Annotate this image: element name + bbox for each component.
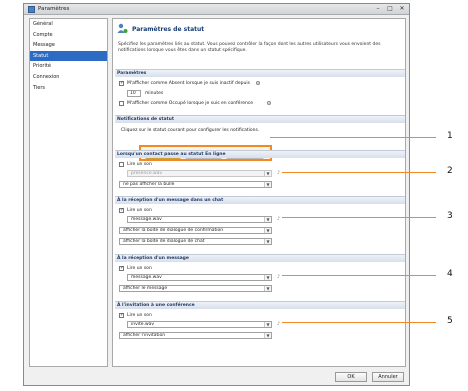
away-minutes-input[interactable]: 10 <box>127 90 141 97</box>
callout-line-1 <box>270 137 436 138</box>
bubble-select-value: ne pas afficher la bulle <box>123 182 175 187</box>
sound-select-value: message.wav <box>131 217 162 222</box>
sound-checkbox-conference[interactable] <box>119 312 124 318</box>
show-invitation-value: afficher l'invitation <box>123 333 166 338</box>
ok-button[interactable]: OK <box>335 372 367 382</box>
sound-checkbox-chat[interactable] <box>119 207 124 213</box>
chat-dialog-select[interactable]: afficher la boîte de dialogue de chat ▼ <box>119 238 272 245</box>
chevron-down-icon: ▼ <box>264 286 271 291</box>
away-label: M'afficher comme Absent lorsque je suis … <box>127 81 250 86</box>
sound-select-chat[interactable]: message.wav ▼ <box>127 216 272 223</box>
app-icon <box>28 6 35 13</box>
section-header-contact-online: Lorsqu'un contact passe au statut En lig… <box>115 150 405 158</box>
sound-label: Lire un son <box>127 162 152 167</box>
sound-select-value: message.wav <box>131 275 162 280</box>
sound-select-online[interactable]: presence.wav ▼ <box>127 170 272 177</box>
away-checkbox[interactable] <box>119 80 124 86</box>
title-bar: Paramètres – □ ✕ <box>24 4 409 15</box>
play-sound-icon[interactable]: ♪ <box>275 274 282 281</box>
info-icon: i <box>256 81 260 85</box>
sound-select-value: presence.wav <box>131 171 163 176</box>
sound-select-conference[interactable]: invite.wav ▼ <box>127 321 272 328</box>
close-button[interactable]: ✕ <box>397 5 407 13</box>
show-invitation-select[interactable]: afficher l'invitation ▼ <box>119 332 272 339</box>
callout-number-1: 1 <box>447 131 453 141</box>
cancel-button[interactable]: Annuler <box>372 372 404 382</box>
callout-line-4 <box>282 275 436 276</box>
sidebar-item-connection[interactable]: Connexion <box>30 72 107 83</box>
minimize-button[interactable]: – <box>373 5 383 13</box>
sound-checkbox-message[interactable] <box>119 265 124 271</box>
chevron-down-icon: ▼ <box>264 275 271 280</box>
section-header-parameters: Paramètres <box>115 69 405 77</box>
info-icon: i <box>267 101 271 105</box>
chevron-down-icon: ▼ <box>264 322 271 327</box>
chevron-down-icon: ▼ <box>264 217 271 222</box>
status-settings-panel: Paramètres de statut Spécifiez les param… <box>112 18 406 367</box>
panel-description: Spécifiez les paramètres liés au statut.… <box>118 42 381 53</box>
sidebar-item-status[interactable]: Statut <box>30 50 107 62</box>
sidebar-item-third-party[interactable]: Tiers <box>30 83 107 94</box>
chevron-down-icon: ▼ <box>264 239 271 244</box>
bubble-select-online[interactable]: ne pas afficher la bulle ▼ <box>119 181 272 188</box>
busy-label: M'afficher comme Occupé lorsque je suis … <box>127 101 254 106</box>
show-message-select[interactable]: afficher le message ▼ <box>119 285 272 292</box>
chevron-down-icon: ▼ <box>264 171 271 176</box>
minutes-label: minutes <box>145 91 164 96</box>
chevron-down-icon: ▼ <box>264 228 271 233</box>
callout-line-3 <box>282 217 436 218</box>
sidebar-item-general[interactable]: Général <box>30 19 107 30</box>
callout-number-2: 2 <box>447 166 453 176</box>
section-header-conference: À l'invitation à une conférence <box>115 301 405 309</box>
play-sound-icon[interactable]: ♪ <box>275 216 282 223</box>
chevron-down-icon: ▼ <box>264 182 271 187</box>
panel-title: Paramètres de statut <box>132 26 205 33</box>
section-header-chat-message: À la réception d'un message dans un chat <box>115 196 405 204</box>
notif-hint: Cliquez sur le statut courant pour confi… <box>121 128 260 133</box>
sound-label: Lire un son <box>127 208 152 213</box>
settings-window: Paramètres – □ ✕ Général Compte Message … <box>23 3 410 386</box>
callout-number-3: 3 <box>447 211 453 221</box>
user-status-icon <box>117 23 128 33</box>
callout-number-4: 4 <box>447 269 453 279</box>
section-header-notifications: Notifications de statut <box>115 115 405 123</box>
sound-label: Lire un son <box>127 266 152 271</box>
sidebar-item-message[interactable]: Message <box>30 40 107 51</box>
section-header-message: À la réception d'un message <box>115 254 405 262</box>
busy-checkbox[interactable] <box>119 101 124 106</box>
sound-select-message[interactable]: message.wav ▼ <box>127 274 272 281</box>
sidebar-item-priority[interactable]: Priorité <box>30 61 107 72</box>
sidebar: Général Compte Message Statut Priorité C… <box>29 18 108 367</box>
confirm-dialog-select[interactable]: afficher la boîte de dialogue de confirm… <box>119 227 272 234</box>
callout-number-5: 5 <box>447 316 453 326</box>
sound-select-value: invite.wav <box>131 322 155 327</box>
show-message-value: afficher le message <box>123 286 168 291</box>
window-title: Paramètres <box>38 6 70 12</box>
chevron-down-icon: ▼ <box>264 333 271 338</box>
sound-checkbox-online[interactable] <box>119 162 124 167</box>
callout-line-2 <box>282 172 436 173</box>
maximize-button[interactable]: □ <box>385 5 395 13</box>
chat-dialog-value: afficher la boîte de dialogue de chat <box>123 239 205 244</box>
play-sound-icon[interactable]: ♪ <box>275 321 282 328</box>
confirm-dialog-value: afficher la boîte de dialogue de confirm… <box>123 228 224 233</box>
callout-line-5 <box>282 322 436 323</box>
sidebar-item-account[interactable]: Compte <box>30 30 107 41</box>
play-sound-icon[interactable]: ♪ <box>275 170 282 177</box>
sound-label: Lire un son <box>127 313 152 318</box>
